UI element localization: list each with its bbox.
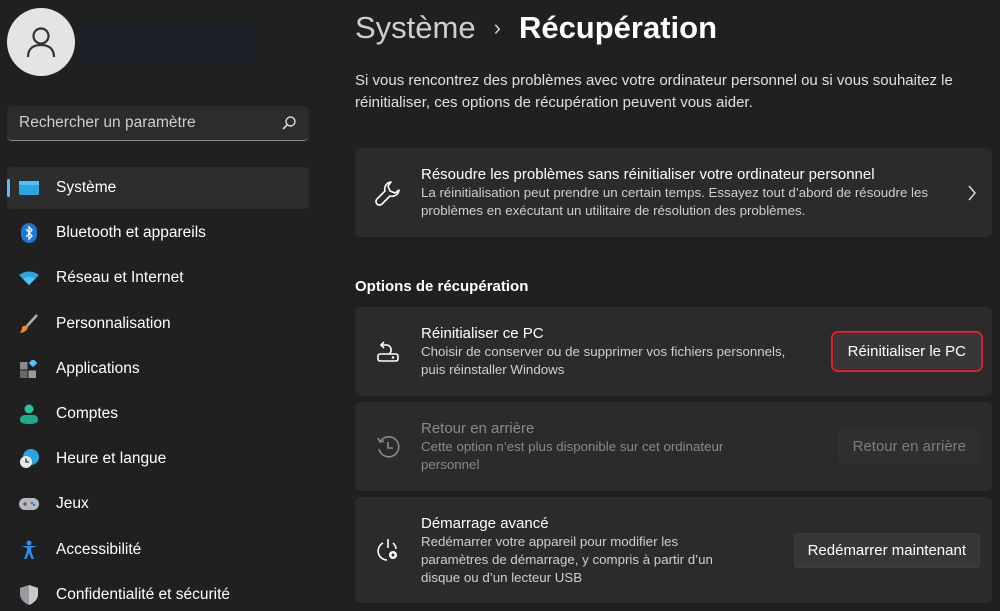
sidebar-nav: Système Bluetooth et appareils Réseau et… (7, 167, 309, 611)
search-icon[interactable] (281, 115, 297, 131)
search-placeholder: Rechercher un paramètre (19, 114, 196, 131)
avatar[interactable] (7, 8, 75, 76)
sidebar-item-label: Heure et langue (56, 450, 167, 468)
breadcrumb: Système › Récupération (355, 10, 717, 46)
restart-now-button[interactable]: Redémarrer maintenant (793, 532, 980, 568)
option-title: Démarrage avancé (421, 514, 549, 532)
apps-icon (19, 359, 39, 379)
reset-pc-card: Réinitialiser ce PC Choisir de conserver… (355, 307, 992, 396)
history-icon (355, 434, 421, 460)
sidebar-item-accessibilite[interactable]: Accessibilité (7, 529, 309, 571)
accessibility-icon (19, 540, 39, 560)
reset-pc-icon (355, 339, 421, 365)
breadcrumb-parent[interactable]: Système (355, 10, 476, 46)
active-indicator (7, 179, 10, 197)
globe-clock-icon (19, 449, 39, 469)
power-settings-icon (355, 537, 421, 563)
troubleshoot-card[interactable]: Résoudre les problèmes sans réinitialise… (355, 148, 992, 237)
sidebar-item-label: Accessibilité (56, 540, 142, 558)
sidebar-item-applications[interactable]: Applications (7, 348, 309, 390)
option-description: Cette option n’est plus disponible sur c… (421, 439, 724, 472)
troubleshoot-description: La réinitialisation peut prendre un cert… (421, 185, 929, 218)
user-name-redacted (80, 22, 260, 64)
monitor-icon (19, 178, 39, 198)
sidebar-item-bluetooth[interactable]: Bluetooth et appareils (7, 212, 309, 254)
bluetooth-icon (19, 223, 39, 244)
option-description: Choisir de conserver ou de supprimer vos… (421, 344, 786, 377)
sidebar-item-jeux[interactable]: Jeux (7, 483, 309, 525)
sidebar-item-label: Jeux (56, 495, 89, 513)
page-intro: Si vous rencontrez des problèmes avec vo… (355, 72, 953, 111)
breadcrumb-separator-icon: › (493, 15, 501, 40)
sidebar-item-label: Applications (56, 359, 140, 377)
option-description: Redémarrer votre appareil pour modifier … (421, 533, 713, 585)
sidebar-item-systeme[interactable]: Système (7, 167, 309, 209)
sidebar-item-label: Réseau et Internet (56, 269, 184, 287)
sidebar-item-label: Comptes (56, 404, 119, 422)
section-title: Options de récupération (355, 278, 529, 295)
go-back-card: Retour en arrière Cette option n’est plu… (355, 402, 992, 491)
sidebar-item-comptes[interactable]: Comptes (7, 393, 309, 435)
advanced-startup-card: Démarrage avancé Redémarrer votre appare… (355, 497, 992, 603)
chevron-right-icon[interactable] (952, 185, 992, 201)
sidebar-item-heure-langue[interactable]: Heure et langue (7, 438, 309, 480)
sidebar-item-label: Bluetooth et appareils (56, 224, 206, 242)
go-back-button[interactable]: Retour en arrière (838, 429, 980, 464)
sidebar-item-confidentialite[interactable]: Confidentialité et sécurité (7, 574, 309, 611)
option-title: Retour en arrière (421, 420, 535, 437)
sidebar-item-label: Système (56, 179, 117, 196)
user-icon (26, 27, 56, 58)
wrench-icon (355, 180, 421, 206)
sidebar-item-reseau[interactable]: Réseau et Internet (7, 257, 309, 299)
option-title: Réinitialiser ce PC (421, 325, 544, 342)
gamepad-icon (19, 494, 39, 514)
sidebar: Rechercher un paramètre Système Bluetoot… (0, 0, 330, 611)
sidebar-item-label: Personnalisation (56, 314, 171, 332)
search-input[interactable]: Rechercher un paramètre (7, 106, 309, 141)
sidebar-item-personnalisation[interactable]: Personnalisation (7, 303, 309, 345)
person-icon (19, 404, 39, 424)
paintbrush-icon (19, 313, 39, 334)
reset-pc-button[interactable]: Réinitialiser le PC (830, 331, 984, 372)
shield-icon (19, 584, 39, 605)
troubleshoot-title: Résoudre les problèmes sans réinitialise… (421, 166, 875, 183)
wifi-icon (19, 268, 39, 288)
sidebar-item-label: Confidentialité et sécurité (56, 585, 231, 603)
page-title: Récupération (518, 10, 718, 45)
